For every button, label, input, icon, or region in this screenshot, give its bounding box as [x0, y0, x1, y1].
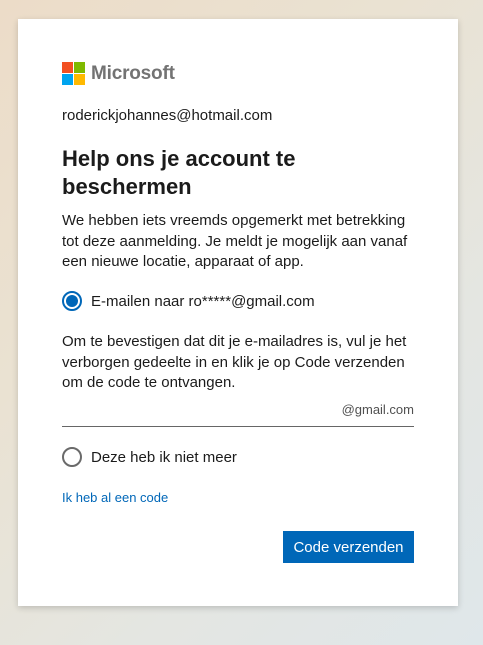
send-code-button[interactable]: Code verzenden [283, 531, 414, 563]
page-description: We hebben iets vreemds opgemerkt met bet… [62, 212, 408, 270]
microsoft-logo: Microsoft [62, 62, 175, 85]
email-domain-suffix: @gmail.com [341, 402, 414, 417]
microsoft-logo-text: Microsoft [91, 62, 175, 84]
microsoft-logo-icon [62, 62, 85, 85]
email-hidden-part-input[interactable] [62, 397, 332, 425]
radio-unchecked-icon[interactable] [62, 447, 82, 467]
page-title: Help ons je account te beschermen [62, 146, 296, 199]
radio-checked-icon[interactable] [62, 291, 82, 311]
option-no-access-label: Deze heb ik niet meer [91, 448, 237, 466]
sign-in-card: Microsoft roderickjohannes@hotmail.com H… [18, 19, 458, 606]
have-code-link[interactable]: Ik heb al een code [62, 490, 168, 505]
account-identity: roderickjohannes@hotmail.com [62, 107, 273, 124]
option-email-radio[interactable]: E-mailen naar ro*****@gmail.com [62, 291, 315, 311]
option-email-label: E-mailen naar ro*****@gmail.com [91, 292, 315, 310]
verify-instructions: Om te bevestigen dat dit je e-mailadres … [62, 333, 407, 391]
option-no-access-radio[interactable]: Deze heb ik niet meer [62, 447, 237, 467]
email-field-container: @gmail.com [62, 397, 414, 427]
